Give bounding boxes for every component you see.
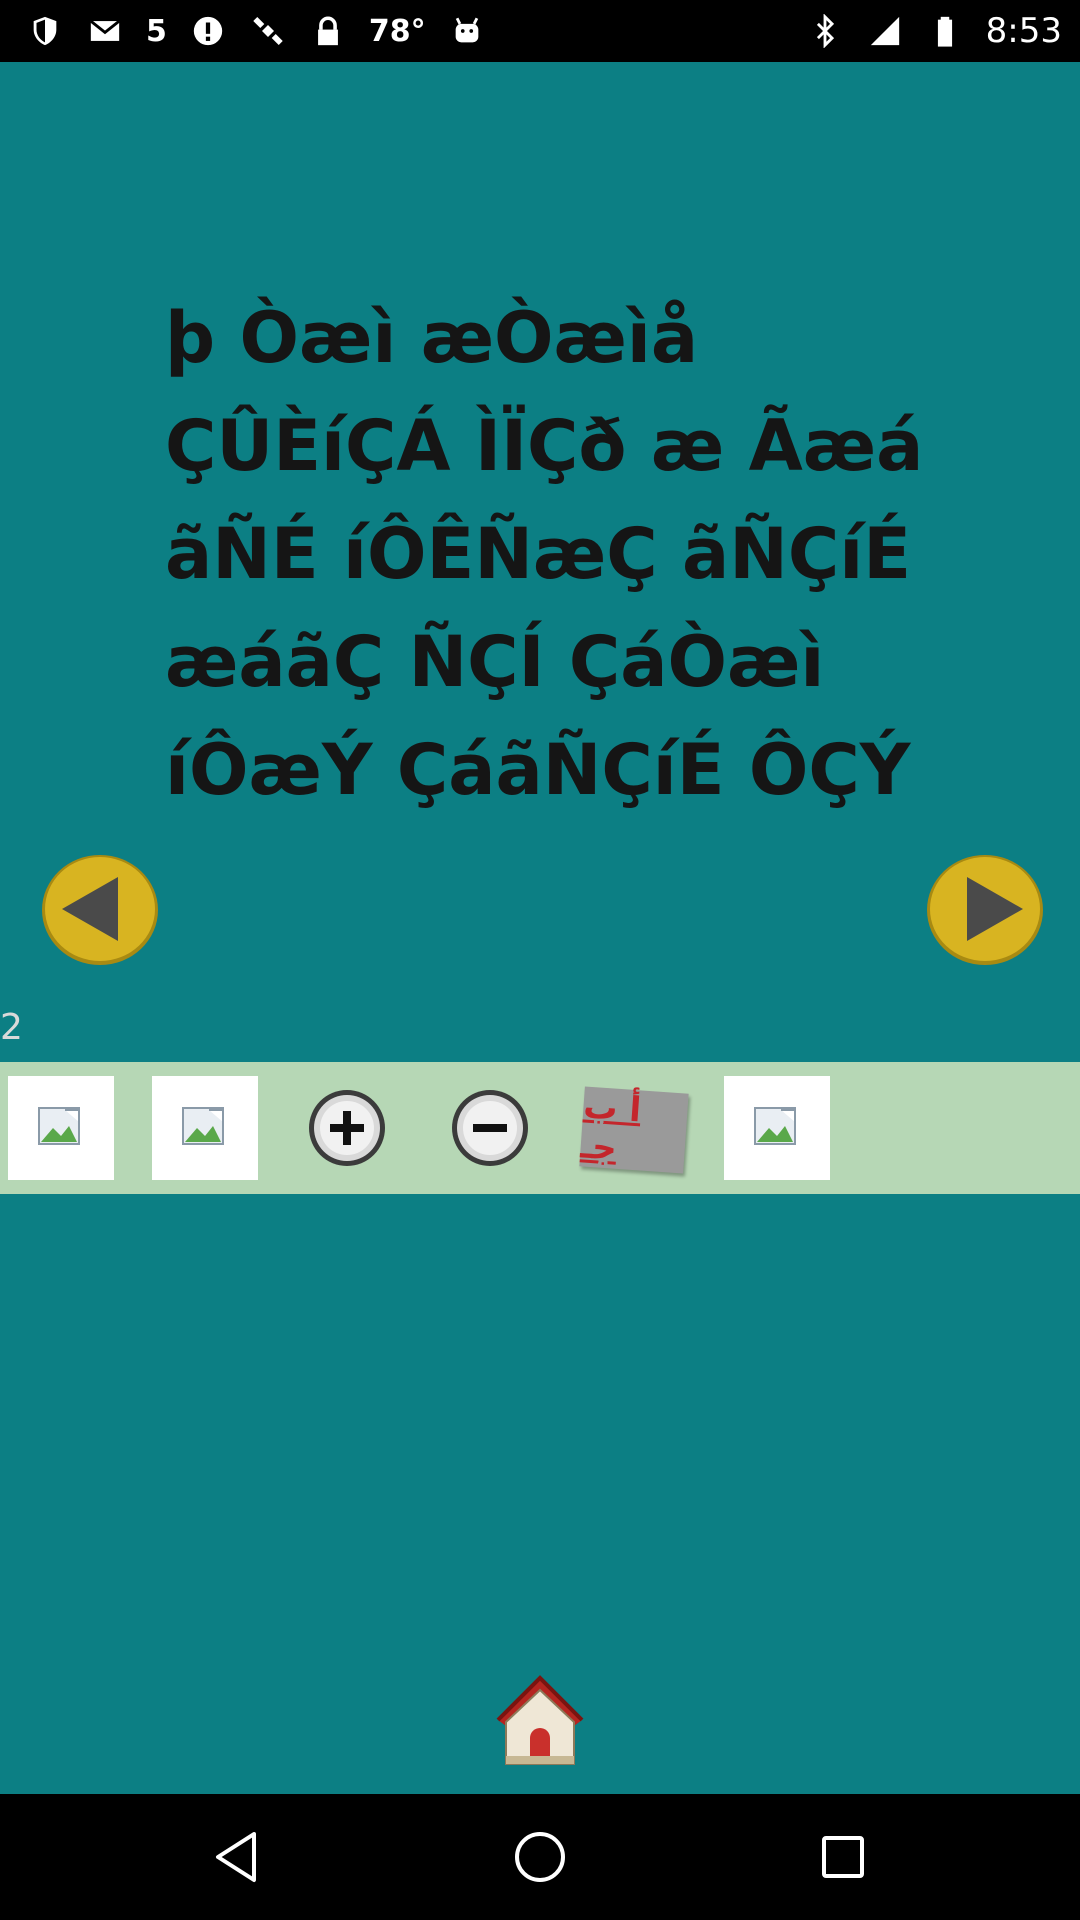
home-circle-icon bbox=[515, 1832, 565, 1882]
status-time: 8:53 bbox=[985, 11, 1062, 51]
temperature-readout: 78° bbox=[368, 13, 426, 49]
story-line: ãÑÉ íÔÊÑæÇ ãÑÇíÉ bbox=[165, 513, 912, 595]
minus-icon bbox=[452, 1090, 528, 1166]
back-button[interactable] bbox=[204, 1824, 270, 1890]
recents-square-icon bbox=[822, 1836, 864, 1878]
home-button[interactable] bbox=[484, 1664, 596, 1776]
broken-image-icon bbox=[182, 1107, 224, 1145]
toolbar: أ ب جـ bbox=[0, 1062, 1080, 1194]
broken-image-icon bbox=[754, 1107, 796, 1145]
recents-button[interactable] bbox=[810, 1824, 876, 1890]
bluetooth-icon bbox=[806, 12, 844, 50]
arabic-letters-label: أ ب جـ bbox=[579, 1086, 643, 1169]
story-line: ÇÛÈíÇÁ ÌÏÇð æ Ãæá bbox=[165, 405, 924, 487]
story-line: æáãÇ ÑÇÍ ÇáÒæì bbox=[165, 621, 825, 703]
arrow-right-icon bbox=[927, 855, 1043, 965]
signal-icon bbox=[866, 12, 904, 50]
zoom-in-button[interactable] bbox=[294, 1076, 400, 1180]
plus-icon bbox=[309, 1090, 385, 1166]
notification-count: 5 bbox=[146, 13, 167, 49]
story-text: þ Òæì æÒæìå ÇÛÈíÇÁ ÌÏÇð æ Ãæá ãÑÉ íÔÊÑæÇ… bbox=[165, 284, 1065, 824]
battery-icon bbox=[926, 12, 964, 50]
back-triangle-icon bbox=[216, 1832, 256, 1882]
satellite-icon bbox=[249, 12, 287, 50]
image-button-3[interactable] bbox=[724, 1076, 830, 1180]
image-button-2[interactable] bbox=[152, 1076, 258, 1180]
home-icon bbox=[496, 1675, 584, 1765]
previous-page-button[interactable] bbox=[40, 853, 160, 967]
reader-screen: þ Òæì æÒæìå ÇÛÈíÇÁ ÌÏÇð æ Ãæá ãÑÉ íÔÊÑæÇ… bbox=[0, 62, 1080, 1794]
story-line: íÔæÝ ÇáãÑÇíÉ ÔÇÝ bbox=[165, 729, 911, 811]
arabic-letters-button[interactable]: أ ب جـ bbox=[579, 1086, 689, 1174]
mail-icon bbox=[86, 12, 124, 50]
status-bar: 5 78° 8:53 bbox=[0, 0, 1080, 62]
story-line: þ Òæì æÒæìå bbox=[165, 297, 699, 379]
shield-icon bbox=[26, 12, 64, 50]
home-nav-button[interactable] bbox=[507, 1824, 573, 1890]
system-navigation-bar bbox=[0, 1794, 1080, 1920]
arrow-left-icon bbox=[42, 855, 158, 965]
android-icon bbox=[448, 12, 486, 50]
zoom-out-button[interactable] bbox=[437, 1076, 543, 1180]
page-number: 2 bbox=[0, 1007, 23, 1048]
image-button-1[interactable] bbox=[8, 1076, 114, 1180]
next-page-button[interactable] bbox=[925, 853, 1045, 967]
broken-image-icon bbox=[38, 1107, 80, 1145]
lock-icon bbox=[309, 12, 347, 50]
alert-icon bbox=[189, 12, 227, 50]
